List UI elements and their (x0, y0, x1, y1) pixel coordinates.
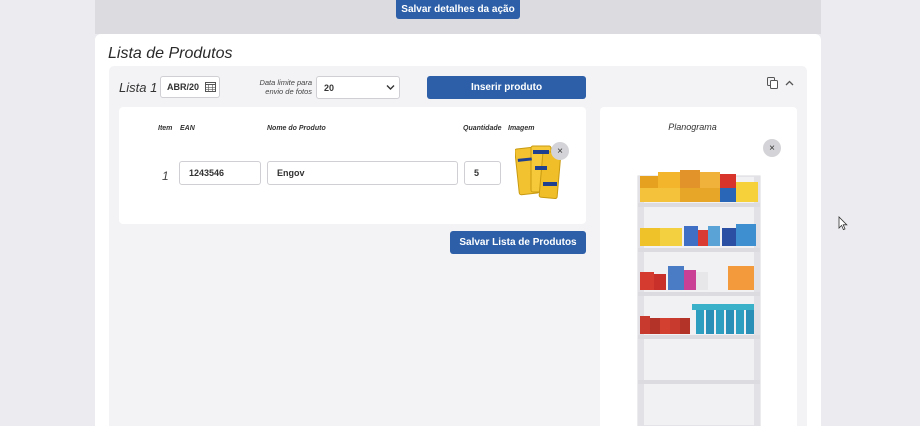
remove-planogram-button[interactable]: × (763, 139, 781, 157)
ean-input[interactable]: 1243546 (179, 161, 261, 185)
quantity-input[interactable]: 5 (464, 161, 501, 185)
date-limit-label: Data limite para envio de fotos (252, 78, 312, 96)
chevron-up-icon[interactable] (785, 80, 794, 87)
header-ean: EAN (180, 125, 195, 132)
list-label: Lista 1 (119, 80, 158, 95)
close-icon: × (769, 142, 775, 154)
mouse-cursor-icon (838, 216, 848, 231)
planogram-title: Planograma (668, 122, 717, 132)
close-icon: × (557, 145, 563, 157)
insert-product-button[interactable]: Inserir produto (427, 76, 586, 99)
page-title: Lista de Produtos (108, 45, 233, 62)
header-image: Imagem (508, 125, 535, 132)
date-limit-label-line1: Data limite para (259, 78, 312, 87)
remove-product-image-button[interactable]: × (551, 142, 569, 160)
row-item-number: 1 (162, 169, 169, 183)
product-name-input[interactable]: Engov (267, 161, 458, 185)
save-product-list-button[interactable]: Salvar Lista de Produtos (450, 231, 586, 254)
calendar-icon[interactable] (205, 81, 216, 92)
header-item: Item (158, 125, 173, 132)
planogram-shelf-image (636, 168, 762, 426)
save-action-details-button[interactable]: Salvar detalhes da ação (396, 0, 520, 19)
header-quantity: Quantidade (463, 125, 502, 132)
header-product-name: Nome do Produto (267, 125, 326, 132)
date-limit-label-line2: envio de fotos (265, 87, 312, 96)
chevron-down-icon[interactable] (386, 84, 395, 91)
copy-icon[interactable] (767, 77, 778, 89)
